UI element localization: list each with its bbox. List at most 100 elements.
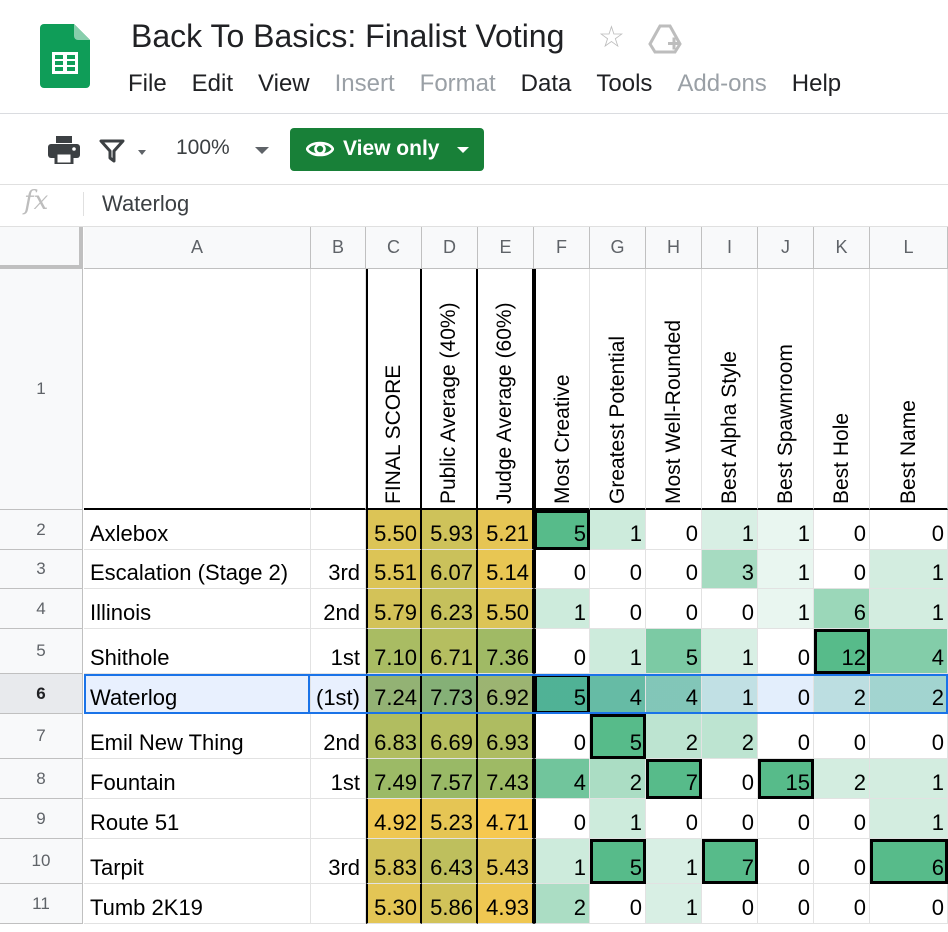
header-cell-e[interactable]: Judge Average (60%) [478,269,534,510]
cell-b4[interactable]: 2nd [311,589,366,629]
cell-f5[interactable]: 0 [534,629,590,674]
cell-a4[interactable]: Illinois [84,589,311,629]
cell-b5[interactable]: 1st [311,629,366,674]
cell-e9[interactable]: 4.71 [478,799,534,839]
cell-d4[interactable]: 6.23 [422,589,478,629]
cell-h8[interactable]: 7 [646,759,702,799]
column-header-l[interactable]: L [870,227,948,269]
cell-i6[interactable]: 1 [702,674,758,714]
cell-b8[interactable]: 1st [311,759,366,799]
cell-k11[interactable]: 0 [814,884,870,924]
cell-a5[interactable]: Shithole [84,629,311,674]
cell-a9[interactable]: Route 51 [84,799,311,839]
cell-k7[interactable]: 0 [814,714,870,759]
cell-k3[interactable]: 0 [814,550,870,589]
cell-f10[interactable]: 1 [534,839,590,884]
cell-e10[interactable]: 5.43 [478,839,534,884]
star-icon[interactable]: ☆ [598,20,625,55]
cell-i8[interactable]: 0 [702,759,758,799]
row-header-11[interactable]: 11 [0,884,83,924]
cell-h6[interactable]: 4 [646,674,702,714]
cell-c10[interactable]: 5.83 [366,839,422,884]
cell-b6[interactable]: (1st) [311,674,366,714]
move-to-drive-icon[interactable] [648,24,682,56]
cell-h4[interactable]: 0 [646,589,702,629]
header-cell-g[interactable]: Greatest Potential [590,269,646,510]
cell-a2[interactable]: Axlebox [84,510,311,550]
menu-item-data[interactable]: Data [521,70,572,102]
cell-l7[interactable]: 0 [870,714,948,759]
cell-e5[interactable]: 7.36 [478,629,534,674]
cell-b11[interactable] [311,884,366,924]
select-all-corner[interactable] [0,227,83,269]
cell-c7[interactable]: 6.83 [366,714,422,759]
cell-k6[interactable]: 2 [814,674,870,714]
cell-c4[interactable]: 5.79 [366,589,422,629]
column-header-k[interactable]: K [814,227,870,269]
column-header-f[interactable]: F [534,227,590,269]
header-cell-j[interactable]: Best Spawnroom [758,269,814,510]
cell-j7[interactable]: 0 [758,714,814,759]
cell-c11[interactable]: 5.30 [366,884,422,924]
cell-f11[interactable]: 2 [534,884,590,924]
cell-g10[interactable]: 5 [590,839,646,884]
cell-j2[interactable]: 1 [758,510,814,550]
column-header-i[interactable]: I [702,227,758,269]
cell-i3[interactable]: 3 [702,550,758,589]
cell-j9[interactable]: 0 [758,799,814,839]
cell-i7[interactable]: 2 [702,714,758,759]
column-header-d[interactable]: D [422,227,478,269]
cell-a3[interactable]: Escalation (Stage 2) [84,550,311,589]
cell-d11[interactable]: 5.86 [422,884,478,924]
header-cell-b[interactable] [311,269,366,510]
cell-l4[interactable]: 1 [870,589,948,629]
row-header-9[interactable]: 9 [0,799,83,839]
cell-h11[interactable]: 1 [646,884,702,924]
cell-b3[interactable]: 3rd [311,550,366,589]
cell-f9[interactable]: 0 [534,799,590,839]
header-cell-l[interactable]: Best Name [870,269,948,510]
cell-f6[interactable]: 5 [534,674,590,714]
cell-a10[interactable]: Tarpit [84,839,311,884]
column-header-b[interactable]: B [311,227,366,269]
zoom-select[interactable]: 100% [176,136,230,160]
cell-l10[interactable]: 6 [870,839,948,884]
cell-l11[interactable]: 0 [870,884,948,924]
cell-k10[interactable]: 0 [814,839,870,884]
cell-h10[interactable]: 1 [646,839,702,884]
cell-b9[interactable] [311,799,366,839]
spreadsheet-grid[interactable]: A B C D E F G H I J K L 1 2 3 4 5 6 7 8 9 10 11 FINAL SCORE Publ… [0,227,948,932]
cell-e7[interactable]: 6.93 [478,714,534,759]
cell-l2[interactable]: 0 [870,510,948,550]
row-header-7[interactable]: 7 [0,714,83,759]
cell-k8[interactable]: 2 [814,759,870,799]
cell-h5[interactable]: 5 [646,629,702,674]
row-header-6[interactable]: 6 [0,674,83,714]
google-sheets-logo[interactable] [40,24,90,88]
cell-f4[interactable]: 1 [534,589,590,629]
cell-j6[interactable]: 0 [758,674,814,714]
header-cell-d[interactable]: Public Average (40%) [422,269,478,510]
cell-b2[interactable] [311,510,366,550]
cell-c9[interactable]: 4.92 [366,799,422,839]
cell-b7[interactable]: 2nd [311,714,366,759]
cell-l9[interactable]: 1 [870,799,948,839]
cell-e11[interactable]: 4.93 [478,884,534,924]
cell-g6[interactable]: 4 [590,674,646,714]
header-cell-f[interactable]: Most Creative [534,269,590,510]
cell-i5[interactable]: 1 [702,629,758,674]
cell-d6[interactable]: 7.73 [422,674,478,714]
cell-k9[interactable]: 0 [814,799,870,839]
menu-item-help[interactable]: Help [792,70,841,102]
cell-l8[interactable]: 1 [870,759,948,799]
cell-f7[interactable]: 0 [534,714,590,759]
cell-g2[interactable]: 1 [590,510,646,550]
zoom-dropdown-caret[interactable] [255,147,269,154]
view-only-button[interactable]: View only [290,128,484,171]
row-header-10[interactable]: 10 [0,839,83,884]
row-header-5[interactable]: 5 [0,629,83,674]
cell-f8[interactable]: 4 [534,759,590,799]
cell-i9[interactable]: 0 [702,799,758,839]
cell-i11[interactable]: 0 [702,884,758,924]
cell-k4[interactable]: 6 [814,589,870,629]
